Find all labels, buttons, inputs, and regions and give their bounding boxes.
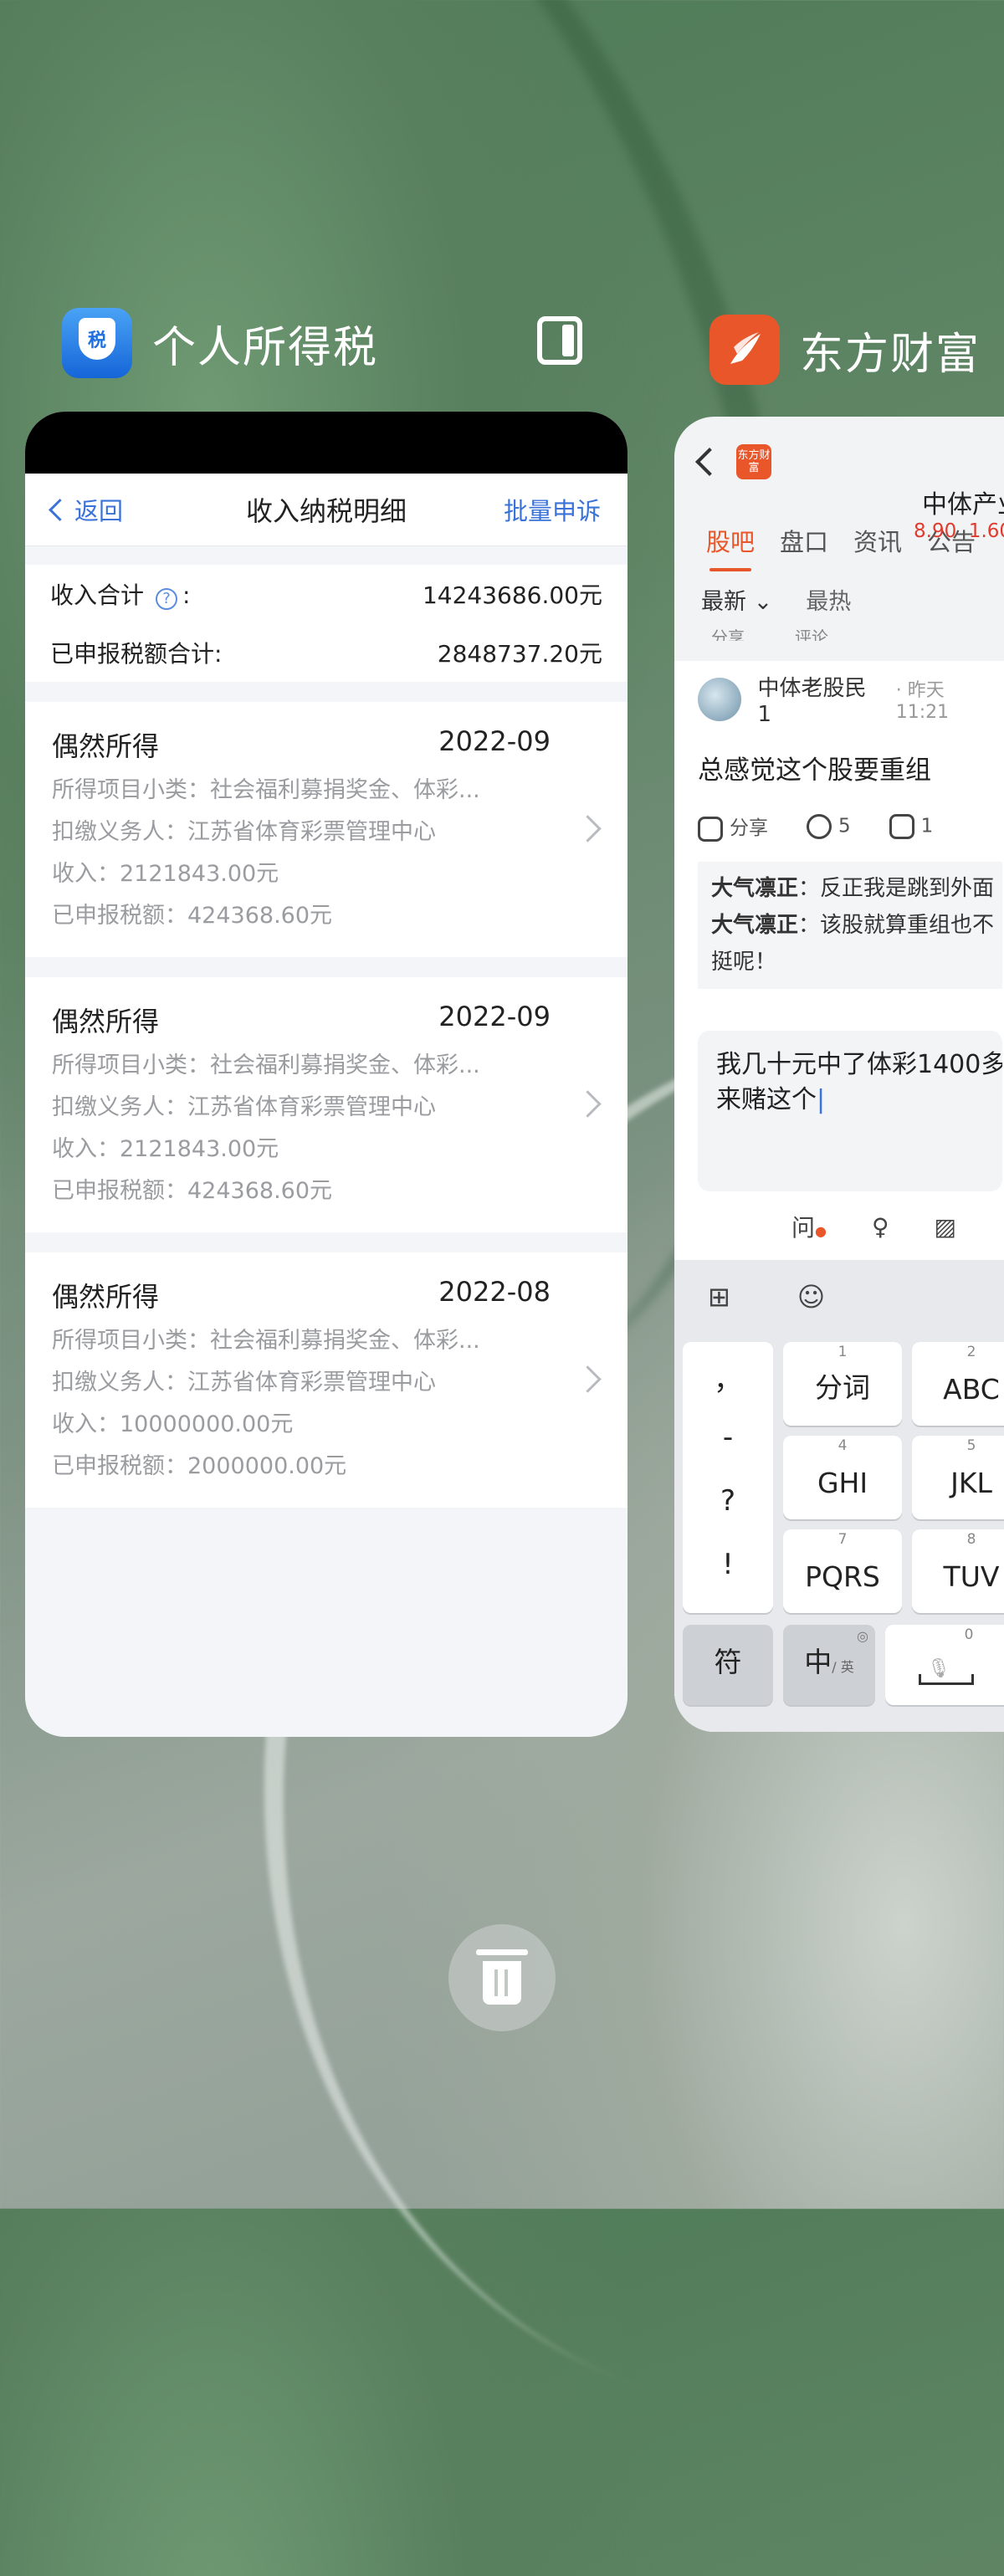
status-bar bbox=[25, 412, 628, 474]
entry-subcategory: 所得项目小类：社会福利募捐奖金、体彩... bbox=[52, 1052, 480, 1078]
batch-appeal-button[interactable]: 批量申诉 bbox=[504, 492, 601, 527]
eastmoney-small-logo: 东方财富 bbox=[736, 444, 771, 479]
income-entry[interactable]: 偶然所得 2022-08 所得项目小类：社会福利募捐奖金、体彩... 扣缴义务人：… bbox=[25, 1252, 628, 1508]
eastmoney-logo-icon bbox=[709, 315, 780, 385]
key-7[interactable]: 7 PQRS bbox=[783, 1529, 902, 1613]
key-1[interactable]: 1 分词 bbox=[783, 1342, 902, 1426]
comment-input[interactable]: 我几十元中了体彩1400多万 来赌这个| bbox=[698, 1031, 1002, 1191]
entry-income: 收入：2121843.00元 bbox=[52, 1136, 279, 1162]
tab-guba[interactable]: 股吧 bbox=[706, 523, 755, 571]
tab-pankou[interactable]: 盘口 bbox=[780, 523, 828, 558]
stock-name: 中体产业 bbox=[922, 490, 1004, 520]
split-screen-icon[interactable] bbox=[537, 316, 582, 365]
entry-tax: 已申报税额：424368.60元 bbox=[52, 1178, 333, 1204]
entry-type: 偶然所得 bbox=[52, 1281, 160, 1313]
app-name-eastmoney: 东方财富 bbox=[800, 329, 981, 380]
entry-withholder: 扣缴义务人：江苏省体育彩票管理中心 bbox=[52, 819, 436, 845]
reply-preview[interactable]: 大气凛正：反正我是跳到外面 大气凛正：该股就算重组也不 挺呢！ bbox=[698, 861, 1002, 989]
mention-icon[interactable]: ♀ bbox=[872, 1213, 889, 1241]
chevron-left-icon bbox=[49, 498, 71, 521]
avatar[interactable] bbox=[698, 677, 741, 721]
clear-all-button[interactable] bbox=[448, 1924, 556, 2031]
eastmoney-app-card[interactable]: 东方财富 中体产业 8.90 1.60 股吧 盘口 资讯 公告 最新 ⌄ 最热 … bbox=[674, 417, 1004, 1732]
tab-news[interactable]: 资讯 bbox=[853, 523, 902, 558]
nav-bar: 返回 收入纳税明细 批量申诉 bbox=[25, 474, 628, 546]
punctuation-column[interactable]: ， - ? ! bbox=[683, 1342, 773, 1613]
app-header-tax[interactable]: 税 个人所得税 bbox=[62, 308, 378, 378]
income-entry[interactable]: 偶然所得 2022-09 所得项目小类：社会福利募捐奖金、体彩... 扣缴义务人：… bbox=[25, 977, 628, 1232]
entry-income: 收入：2121843.00元 bbox=[52, 861, 279, 887]
key-8[interactable]: 8 TUV bbox=[912, 1529, 1004, 1613]
income-total-row: 收入合计?: 14243686.00元 bbox=[50, 565, 602, 623]
space-key[interactable]: 0 🎙 bbox=[885, 1625, 1004, 1705]
entry-withholder: 扣缴义务人：江苏省体育彩票管理中心 bbox=[52, 1370, 436, 1396]
post-time: · 昨天 11:21 bbox=[895, 680, 950, 723]
entry-type: 偶然所得 bbox=[52, 1006, 160, 1037]
partial-comment-label: 评论 bbox=[795, 627, 828, 641]
sort-latest[interactable]: 最新 ⌄ bbox=[701, 583, 772, 616]
entry-withholder: 扣缴义务人：江苏省体育彩票管理中心 bbox=[52, 1094, 436, 1120]
sort-hot[interactable]: 最热 bbox=[806, 583, 851, 616]
ai-ask-icon[interactable]: 问● bbox=[791, 1210, 827, 1243]
key-5[interactable]: 5 JKL bbox=[912, 1436, 1004, 1519]
app-header-eastmoney[interactable]: 东方财富 bbox=[709, 315, 981, 385]
post-username[interactable]: 中体老股民1 bbox=[758, 671, 879, 727]
partial-post-actions: 分享 评论 bbox=[674, 624, 1004, 641]
income-entry[interactable]: 偶然所得 2022-09 所得项目小类：社会福利募捐奖金、体彩... 扣缴义务人：… bbox=[25, 702, 628, 957]
post-actions: 分享 5 1 bbox=[698, 812, 1002, 842]
share-button[interactable]: 分享 bbox=[698, 812, 768, 842]
app-name-tax: 个人所得税 bbox=[152, 322, 379, 373]
income-total-value: 14243686.00元 bbox=[422, 581, 602, 609]
globe-icon: ◎ bbox=[857, 1628, 868, 1644]
like-button[interactable]: 1 bbox=[889, 813, 933, 839]
trash-icon bbox=[476, 1949, 528, 2005]
summary-section: 收入合计?: 14243686.00元 已申报税额合计: 2848737.20元 bbox=[25, 565, 628, 682]
comment-composer: 我几十元中了体彩1400多万 来赌这个| 问● ♀ ▨ ⊞ ☺ ， - ? ! … bbox=[674, 1009, 1004, 1732]
back-button[interactable]: 返回 bbox=[49, 492, 124, 527]
post-text: 总感觉这个股要重组 bbox=[698, 755, 931, 786]
income-total-label: 收入合计 bbox=[50, 581, 145, 609]
composer-toolbar: 问● ♀ ▨ bbox=[674, 1208, 1004, 1245]
stock-price: 8.90 1.60 bbox=[914, 520, 1004, 542]
thumbs-up-icon bbox=[889, 813, 914, 839]
tax-shield-icon: 税 bbox=[62, 308, 132, 378]
comment-button[interactable]: 5 bbox=[807, 813, 851, 839]
entry-date: 2022-09 bbox=[438, 725, 551, 757]
space-icon bbox=[919, 1674, 974, 1685]
key-4[interactable]: 4 GHI bbox=[783, 1436, 902, 1519]
back-chevron-icon[interactable] bbox=[695, 448, 724, 476]
image-icon[interactable]: ▨ bbox=[935, 1213, 956, 1241]
keyboard: ⊞ ☺ ， - ? ! 1 分词 2 ABC 4 GHI 5 JKL 7 PQRS 8 TU… bbox=[674, 1260, 1004, 1732]
partial-share-label: 分享 bbox=[711, 627, 745, 641]
back-label: 返回 bbox=[74, 497, 124, 525]
entry-date: 2022-08 bbox=[438, 1276, 551, 1308]
entry-subcategory: 所得项目小类：社会福利募捐奖金、体彩... bbox=[52, 777, 480, 803]
declared-total-label: 已申报税额合计: bbox=[50, 640, 223, 668]
comment-icon bbox=[807, 813, 832, 839]
sort-bar: 最新 ⌄ 最热 bbox=[674, 574, 1004, 624]
income-total-suffix: : bbox=[182, 581, 191, 609]
declared-total-row: 已申报税额合计: 2848737.20元 bbox=[50, 623, 602, 682]
tax-app-card[interactable]: 返回 收入纳税明细 批量申诉 收入合计?: 14243686.00元 已申报税额… bbox=[25, 412, 628, 1737]
keyboard-menu-icon[interactable]: ⊞ bbox=[708, 1281, 730, 1313]
symbol-key[interactable]: 符 bbox=[683, 1625, 773, 1705]
entry-subcategory: 所得项目小类：社会福利募捐奖金、体彩... bbox=[52, 1328, 480, 1354]
share-icon bbox=[698, 816, 723, 842]
chevron-right-icon bbox=[574, 1090, 602, 1118]
entry-tax: 已申报税额：424368.60元 bbox=[52, 903, 333, 929]
key-2[interactable]: 2 ABC bbox=[912, 1342, 1004, 1426]
chevron-right-icon bbox=[574, 1365, 602, 1393]
language-switch-key[interactable]: 中/ 英 ◎ bbox=[783, 1625, 875, 1705]
declared-total-value: 2848737.20元 bbox=[437, 640, 602, 668]
entry-income: 收入：10000000.00元 bbox=[52, 1411, 294, 1437]
reply-overflow: 挺呢！ bbox=[711, 949, 777, 975]
chevron-right-icon bbox=[574, 815, 602, 842]
entry-date: 2022-09 bbox=[438, 1001, 551, 1032]
help-icon[interactable]: ? bbox=[156, 587, 178, 610]
entry-tax: 已申报税额：2000000.00元 bbox=[52, 1453, 347, 1479]
emoji-icon[interactable]: ☺ bbox=[797, 1281, 825, 1313]
entry-type: 偶然所得 bbox=[52, 730, 160, 762]
